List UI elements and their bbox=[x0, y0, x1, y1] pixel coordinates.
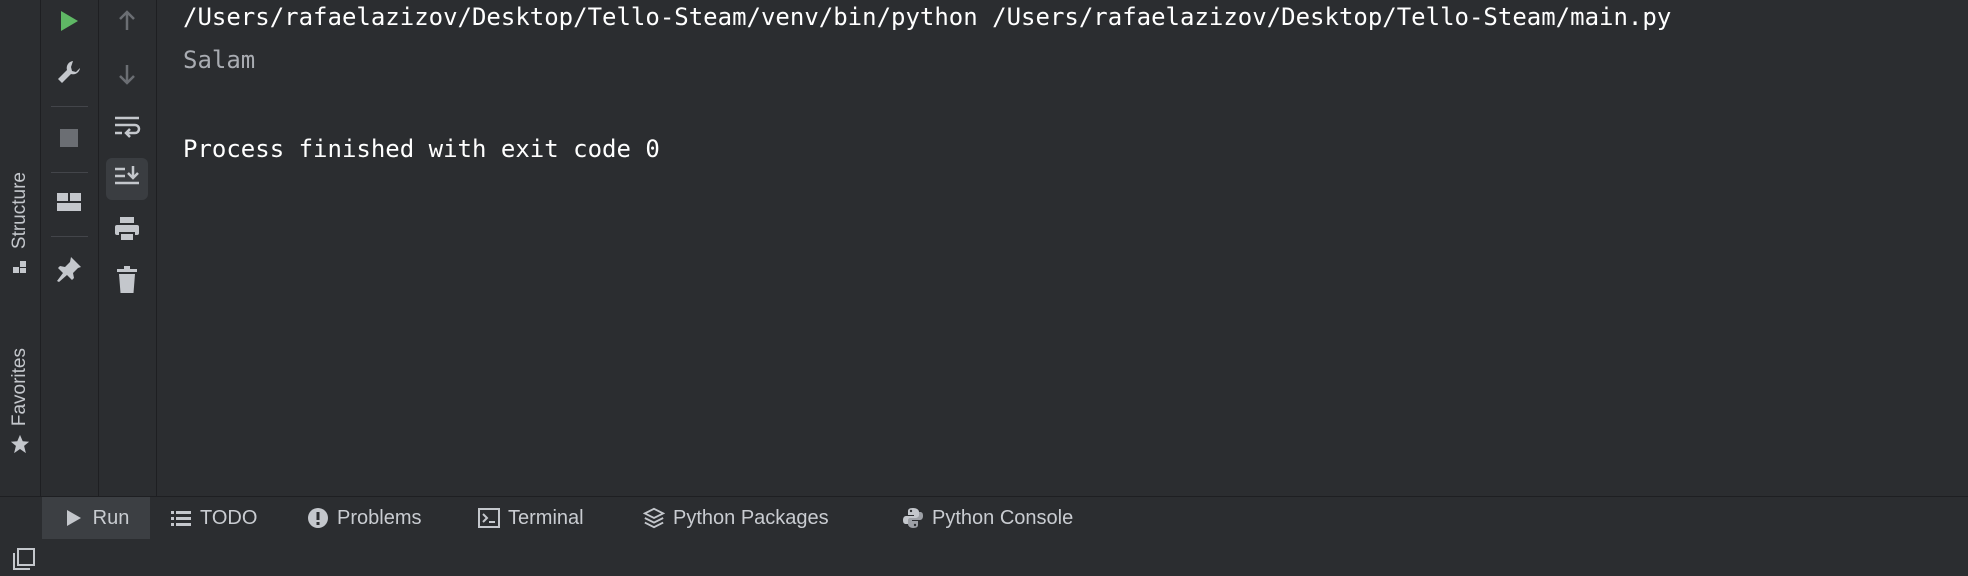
python-icon bbox=[902, 507, 924, 529]
edit-configuration-button[interactable] bbox=[48, 53, 90, 95]
tab-todo[interactable]: TODO bbox=[170, 497, 257, 539]
tab-python-console[interactable]: Python Console bbox=[902, 497, 1073, 539]
structure-tab[interactable]: Structure bbox=[0, 172, 40, 277]
structure-tab-label: Structure bbox=[9, 172, 30, 250]
run-toolbar-secondary bbox=[99, 0, 157, 496]
ide-run-panel: Structure Favorites /Users/rafaelazizov/… bbox=[0, 0, 1968, 574]
play-icon bbox=[63, 507, 85, 529]
status-bar bbox=[0, 539, 1968, 574]
tab-run-label: Run bbox=[92, 506, 130, 529]
stop-icon bbox=[58, 127, 80, 154]
arrow-up-icon bbox=[116, 9, 138, 38]
star-icon bbox=[10, 434, 30, 454]
favorites-tab[interactable]: Favorites bbox=[0, 348, 40, 454]
soft-wrap-icon bbox=[113, 114, 141, 145]
tab-run[interactable]: Run bbox=[42, 497, 150, 539]
print-button[interactable] bbox=[106, 210, 148, 252]
tab-todo-label: TODO bbox=[200, 506, 258, 529]
tab-terminal-label: Terminal bbox=[508, 506, 584, 529]
console-command-line: /Users/rafaelazizov/Desktop/Tello-Steam/… bbox=[183, 3, 1672, 31]
next-occurrence-button[interactable] bbox=[106, 55, 148, 97]
layout-icon bbox=[56, 191, 82, 218]
tab-python-console-label: Python Console bbox=[932, 506, 1074, 529]
run-toolbar-primary bbox=[41, 0, 99, 496]
console-program-output: Salam bbox=[183, 46, 256, 74]
wrench-icon bbox=[55, 58, 83, 91]
play-icon bbox=[58, 9, 80, 38]
previous-occurrence-button[interactable] bbox=[106, 2, 148, 44]
console-output[interactable]: /Users/rafaelazizov/Desktop/Tello-Steam/… bbox=[157, 0, 1968, 496]
trash-icon bbox=[115, 265, 139, 299]
print-icon bbox=[113, 215, 141, 248]
scroll-to-end-icon bbox=[113, 164, 141, 195]
pin-tab-button[interactable] bbox=[48, 250, 90, 292]
stop-button[interactable] bbox=[48, 119, 90, 161]
scroll-to-end-button[interactable] bbox=[106, 158, 148, 200]
restore-layout-button[interactable] bbox=[48, 183, 90, 225]
warning-icon bbox=[307, 507, 329, 529]
rerun-button[interactable] bbox=[48, 2, 90, 44]
left-side-strip: Structure Favorites bbox=[0, 0, 41, 496]
toolbar-separator bbox=[51, 236, 88, 237]
structure-icon bbox=[10, 257, 30, 277]
tab-terminal[interactable]: Terminal bbox=[478, 497, 584, 539]
tab-python-packages[interactable]: Python Packages bbox=[643, 497, 829, 539]
list-icon bbox=[170, 507, 192, 529]
window-icon[interactable] bbox=[12, 547, 36, 576]
layers-icon bbox=[643, 507, 665, 529]
clear-all-button[interactable] bbox=[106, 261, 148, 303]
terminal-icon bbox=[478, 507, 500, 529]
tab-python-packages-label: Python Packages bbox=[673, 506, 829, 529]
console-exit-message: Process finished with exit code 0 bbox=[183, 135, 660, 163]
pin-icon bbox=[55, 255, 83, 288]
arrow-down-icon bbox=[116, 62, 138, 91]
tab-problems-label: Problems bbox=[337, 506, 422, 529]
soft-wrap-button[interactable] bbox=[106, 108, 148, 150]
tool-window-bar: Run TODO Problems Terminal Python Packag… bbox=[0, 496, 1968, 540]
tab-problems[interactable]: Problems bbox=[307, 497, 421, 539]
toolbar-separator bbox=[51, 172, 88, 173]
favorites-tab-label: Favorites bbox=[9, 348, 30, 427]
toolbar-separator bbox=[51, 106, 88, 107]
